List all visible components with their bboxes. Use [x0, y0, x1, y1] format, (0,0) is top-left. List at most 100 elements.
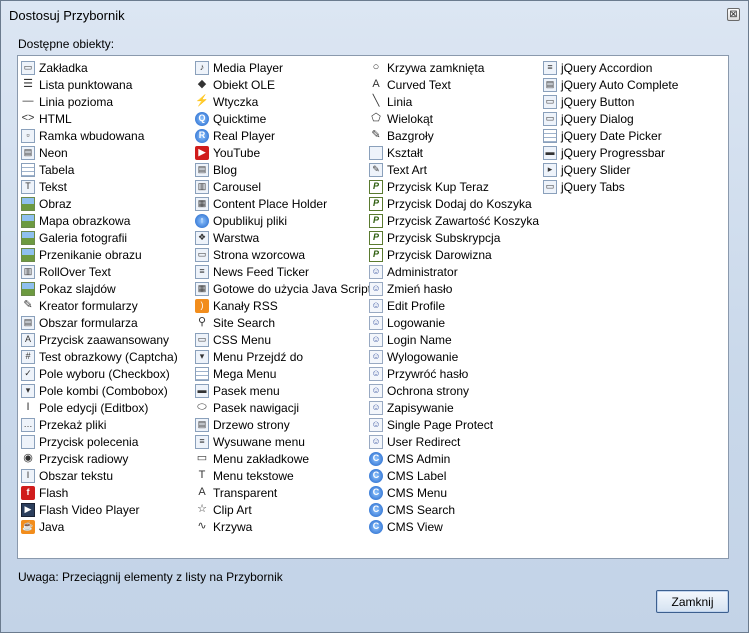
- list-item[interactable]: ❖ Warstwa: [195, 229, 377, 246]
- list-item[interactable]: ▥ Carousel: [195, 178, 377, 195]
- list-item[interactable]: ≡ Wysuwane menu: [195, 433, 377, 450]
- list-item[interactable]: ☕ Java: [21, 518, 178, 535]
- list-item[interactable]: P Przycisk Dodaj do Koszyka: [369, 195, 539, 212]
- list-item[interactable]: ☺ Logowanie: [369, 314, 539, 331]
- list-item[interactable]: ☺ Zmień hasło: [369, 280, 539, 297]
- list-item-label: Single Page Protect: [387, 417, 494, 432]
- list-item[interactable]: P Przycisk Darowizna: [369, 246, 539, 263]
- list-item[interactable]: ╲ Linia: [369, 93, 539, 110]
- list-item[interactable]: I Obszar tekstu: [21, 467, 178, 484]
- list-item[interactable]: P Przycisk Zawartość Koszyka: [369, 212, 539, 229]
- list-item[interactable]: — Linia pozioma: [21, 93, 178, 110]
- list-item[interactable]: ▾ Pole kombi (Combobox): [21, 382, 178, 399]
- list-item[interactable]: Mapa obrazkowa: [21, 212, 178, 229]
- list-item[interactable]: ☺ Ochrona strony: [369, 382, 539, 399]
- list-item[interactable]: Pokaz slajdów: [21, 280, 178, 297]
- list-item[interactable]: <> HTML: [21, 110, 178, 127]
- list-item[interactable]: A Transparent: [195, 484, 377, 501]
- list-item[interactable]: jQuery Date Picker: [543, 127, 678, 144]
- list-item[interactable]: ) Kanały RSS: [195, 297, 377, 314]
- list-item[interactable]: ⬭ Pasek nawigacji: [195, 399, 377, 416]
- list-item[interactable]: ⚲ Site Search: [195, 314, 377, 331]
- image-fade-icon: [21, 247, 35, 262]
- list-item[interactable]: ▭ Strona wzorcowa: [195, 246, 377, 263]
- list-item[interactable]: ☺ User Redirect: [369, 433, 539, 450]
- list-item[interactable]: ▥ RollOver Text: [21, 263, 178, 280]
- list-item[interactable]: f Flash: [21, 484, 178, 501]
- list-item[interactable]: Kształt: [369, 144, 539, 161]
- list-item[interactable]: ▬ jQuery Progressbar: [543, 144, 678, 161]
- list-item[interactable]: Mega Menu: [195, 365, 377, 382]
- list-item[interactable]: Q Quicktime: [195, 110, 377, 127]
- list-item[interactable]: ↑ Opublikuj pliki: [195, 212, 377, 229]
- list-item[interactable]: ∿ Krzywa: [195, 518, 377, 535]
- curved-text-icon: A: [372, 78, 380, 90]
- available-objects-list[interactable]: ▭ Zakładka ☰ Lista punktowana — Linia pozioma…: [17, 55, 729, 559]
- list-item[interactable]: Tabela: [21, 161, 178, 178]
- list-item[interactable]: ○ Krzywa zamknięta: [369, 59, 539, 76]
- list-item[interactable]: T Menu tekstowe: [195, 467, 377, 484]
- list-item[interactable]: ▫ Ramka wbudowana: [21, 127, 178, 144]
- list-item[interactable]: ☰ Lista punktowana: [21, 76, 178, 93]
- list-item[interactable]: ▭ jQuery Tabs: [543, 178, 678, 195]
- list-item[interactable]: ☺ Przywróć hasło: [369, 365, 539, 382]
- list-item[interactable]: A Curved Text: [369, 76, 539, 93]
- list-item[interactable]: # Test obrazkowy (Captcha): [21, 348, 178, 365]
- close-button[interactable]: Zamknij: [656, 590, 729, 613]
- list-item[interactable]: A Przycisk zaawansowany: [21, 331, 178, 348]
- list-item[interactable]: ☺ Single Page Protect: [369, 416, 539, 433]
- list-item[interactable]: Obraz: [21, 195, 178, 212]
- list-item[interactable]: C CMS Menu: [369, 484, 539, 501]
- list-item[interactable]: ☺ Administrator: [369, 263, 539, 280]
- list-item[interactable]: R Real Player: [195, 127, 377, 144]
- list-item[interactable]: ✓ Pole wyboru (Checkbox): [21, 365, 178, 382]
- list-item[interactable]: ◉ Przycisk radiowy: [21, 450, 178, 467]
- list-item[interactable]: ▭ Menu zakładkowe: [195, 450, 377, 467]
- list-item[interactable]: C CMS Search: [369, 501, 539, 518]
- list-item[interactable]: ▤ Drzewo strony: [195, 416, 377, 433]
- list-item[interactable]: C CMS Label: [369, 467, 539, 484]
- list-item[interactable]: ▸ jQuery Slider: [543, 161, 678, 178]
- list-item[interactable]: ≡ jQuery Accordion: [543, 59, 678, 76]
- list-item[interactable]: ☆ Clip Art: [195, 501, 377, 518]
- list-item[interactable]: T Tekst: [21, 178, 178, 195]
- list-item[interactable]: ▤ Neon: [21, 144, 178, 161]
- list-item[interactable]: ✎ Kreator formularzy: [21, 297, 178, 314]
- list-item[interactable]: ▤ Blog: [195, 161, 377, 178]
- list-item[interactable]: Przycisk polecenia: [21, 433, 178, 450]
- list-item[interactable]: P Przycisk Subskrypcja: [369, 229, 539, 246]
- list-item[interactable]: ✎ Text Art: [369, 161, 539, 178]
- list-item[interactable]: ▶ Flash Video Player: [21, 501, 178, 518]
- list-item[interactable]: C CMS View: [369, 518, 539, 535]
- list-item[interactable]: Przenikanie obrazu: [21, 246, 178, 263]
- list-item[interactable]: C CMS Admin: [369, 450, 539, 467]
- list-item[interactable]: I Pole edycji (Editbox): [21, 399, 178, 416]
- list-item[interactable]: ▶ YouTube: [195, 144, 377, 161]
- list-item[interactable]: ☺ Zapisywanie: [369, 399, 539, 416]
- list-item[interactable]: … Przekaż pliki: [21, 416, 178, 433]
- list-item[interactable]: ◆ Obiekt OLE: [195, 76, 377, 93]
- list-item[interactable]: ☺ Wylogowanie: [369, 348, 539, 365]
- list-item-label: Pasek menu: [213, 383, 280, 398]
- title-bar[interactable]: Dostosuj Przybornik ⊠: [1, 1, 748, 29]
- list-item[interactable]: ▦ Content Place Holder: [195, 195, 377, 212]
- list-item[interactable]: ▭ jQuery Dialog: [543, 110, 678, 127]
- list-item[interactable]: ▤ jQuery Auto Complete: [543, 76, 678, 93]
- list-item[interactable]: P Przycisk Kup Teraz: [369, 178, 539, 195]
- list-item[interactable]: ▭ jQuery Button: [543, 93, 678, 110]
- list-item[interactable]: ▭ Zakładka: [21, 59, 178, 76]
- list-item[interactable]: ▾ Menu Przejdź do: [195, 348, 377, 365]
- list-item[interactable]: ☺ Login Name: [369, 331, 539, 348]
- close-icon[interactable]: ⊠: [727, 8, 740, 21]
- list-item[interactable]: ☺ Edit Profile: [369, 297, 539, 314]
- list-item[interactable]: Galeria fotografii: [21, 229, 178, 246]
- list-item[interactable]: ▭ CSS Menu: [195, 331, 377, 348]
- list-item[interactable]: ⬠ Wielokąt: [369, 110, 539, 127]
- list-item[interactable]: ▤ Obszar formularza: [21, 314, 178, 331]
- list-item[interactable]: ▦ Gotowe do użycia Java Scripts: [195, 280, 377, 297]
- list-item[interactable]: ▬ Pasek menu: [195, 382, 377, 399]
- list-item[interactable]: ♪ Media Player: [195, 59, 377, 76]
- list-item[interactable]: ⚡ Wtyczka: [195, 93, 377, 110]
- list-item[interactable]: ≡ News Feed Ticker: [195, 263, 377, 280]
- list-item[interactable]: ✎ Bazgroły: [369, 127, 539, 144]
